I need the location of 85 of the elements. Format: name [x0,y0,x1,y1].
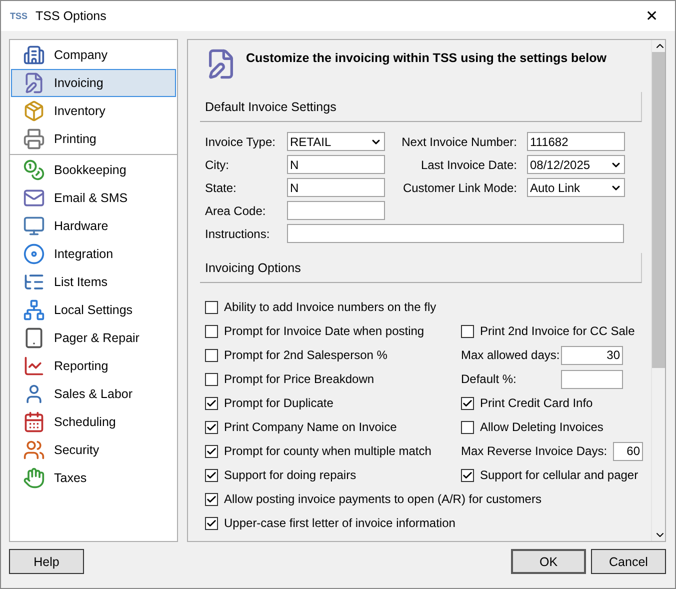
check-icon [206,422,217,432]
option-checkbox[interactable]: Support for cellular and pager [461,468,638,482]
option-checkbox[interactable]: Prompt for Duplicate [205,396,334,410]
sidebar-item[interactable]: Bookkeeping [11,156,176,184]
calendar-icon [23,411,45,433]
sidebar-item[interactable]: Invoicing [11,69,176,97]
field-label: Last Invoice Date: [420,158,518,172]
sidebar-item[interactable]: Integration [11,240,176,268]
check-icon [206,446,217,456]
input-field[interactable] [287,224,624,243]
sidebar-item[interactable]: Hardware [11,212,176,240]
field-label: City: [205,158,230,172]
line-chart-icon [23,355,45,377]
check-icon [462,398,473,408]
field-label: Area Code: [205,204,267,218]
sidebar-item[interactable]: List Items [11,268,176,296]
help-button[interactable]: Help [9,549,84,574]
field-label: Max Reverse Invoice Days: [461,444,608,458]
input-field[interactable]: 30 [561,346,623,364]
box-icon [23,100,45,122]
option-checkbox[interactable]: Support for doing repairs [205,468,356,482]
tablet-icon [23,327,45,349]
option-checkbox[interactable]: Prompt for Invoice Date when posting [205,324,424,338]
field-label: Invoice Type: [205,134,276,148]
section-header: Default Invoice Settings [200,92,642,122]
app-logo: TSS [10,11,28,21]
close-button[interactable]: ✕ [629,1,675,31]
printer-icon [23,128,45,150]
input-field[interactable]: N [287,178,385,197]
coins-icon [23,159,45,181]
scrollbar-thumb[interactable] [652,52,665,368]
panel-heading: Customize the invoicing within TSS using the settings below [246,51,606,65]
option-checkbox[interactable]: Allow posting invoice payments to open (A/R) for customers [205,492,542,506]
option-checkbox[interactable]: Prompt for 2nd Salesperson % [205,348,388,362]
option-checkbox[interactable]: Print Company Name on Invoice [205,420,397,434]
ok-button[interactable]: OK [511,549,586,574]
envelope-icon [23,187,45,209]
check-icon [462,470,473,480]
sidebar-item[interactable]: Reporting [11,352,176,380]
sidebar-item[interactable]: Scheduling [11,408,176,436]
check-icon [206,398,217,408]
option-checkbox[interactable]: Print 2nd Invoice for CC Sale [461,324,635,338]
window-title: TSS Options [36,9,108,23]
option-checkbox[interactable]: Allow Deleting Invoices [461,420,604,434]
input-field[interactable]: N [287,155,385,174]
disc-icon [23,243,45,265]
cancel-button[interactable]: Cancel [591,549,666,574]
people-icon [23,439,45,461]
sidebar-item[interactable]: Inventory [11,97,176,125]
section-header: Invoicing Options [200,253,642,283]
scrollbar[interactable] [651,40,665,541]
input-field[interactable]: 60 [613,442,643,460]
sidebar-item[interactable]: Local Settings [11,296,176,324]
option-checkbox[interactable]: Ability to add Invoice numbers on the fly [205,300,436,314]
sidebar-item[interactable]: Pager & Repair [11,324,176,352]
option-checkbox[interactable]: Upper-case first letter of invoice information [205,516,456,530]
sidebar-item[interactable]: Printing [11,125,176,153]
document-pencil-icon [23,72,45,94]
sidebar-item[interactable]: Taxes [11,464,176,492]
sidebar-item[interactable]: Sales & Labor [11,380,176,408]
field-label: Instructions: [205,226,271,240]
check-icon [206,470,217,480]
check-icon [206,494,217,504]
field-label: Customer Link Mode: [402,180,518,194]
check-icon [206,518,217,528]
field-label: State: [205,180,238,194]
building-icon [23,44,45,66]
sidebar-item[interactable]: Security [11,436,176,464]
dropdown[interactable]: Auto Link [527,178,625,197]
field-label: Default %: [461,372,516,386]
input-field[interactable]: 111682 [527,132,625,151]
field-label: Max allowed days: [461,348,560,362]
dropdown[interactable]: 08/12/2025 [527,155,625,174]
input-field[interactable] [287,201,385,220]
sidebar-item[interactable]: Company [11,41,176,69]
monitor-icon [23,215,45,237]
option-checkbox[interactable]: Print Credit Card Info [461,396,593,410]
sidebar-item[interactable]: Email & SMS [11,184,176,212]
option-checkbox[interactable]: Prompt for Price Breakdown [205,372,374,386]
network-icon [23,299,45,321]
option-checkbox[interactable]: Prompt for county when multiple match [205,444,432,458]
input-field[interactable] [561,370,623,388]
dropdown[interactable]: RETAIL [287,132,385,151]
field-label: Next Invoice Number: [400,134,518,148]
hand-icon [23,467,45,489]
